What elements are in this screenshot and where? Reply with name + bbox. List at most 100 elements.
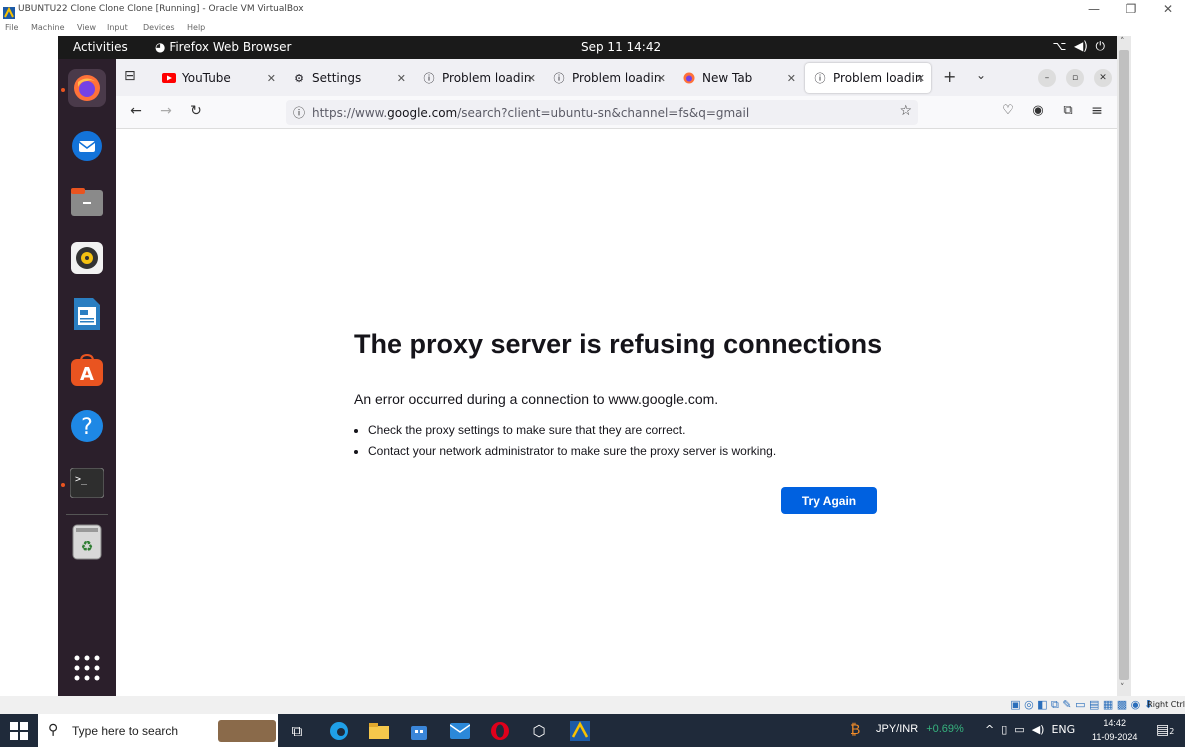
menu-view[interactable]: View [77,23,96,32]
virtualbox-vm-icon[interactable] [569,720,591,742]
files-icon[interactable] [68,183,106,221]
system-tray[interactable]: ^ ▯ ▭ ◀) ENG [985,723,1075,736]
forward-arrow-icon[interactable]: → [156,103,176,119]
tab-label: Problem loadin [833,71,923,85]
libreoffice-writer-icon[interactable] [68,295,106,333]
svg-text:A: A [80,364,94,385]
notification-icon[interactable]: ▤2 [1156,722,1174,738]
help-icon[interactable]: ? [68,407,106,445]
back-arrow-icon[interactable]: ← [126,103,146,119]
menu-devices[interactable]: Devices [143,23,175,32]
vbox-scrollbar-thumb[interactable] [1119,50,1129,680]
extensions-icon[interactable]: ⧉ [1058,103,1078,118]
close-tab-icon[interactable]: ✕ [527,72,536,85]
youtube-icon [162,71,176,85]
firefox-icon [682,71,696,85]
close-tab-icon[interactable]: ✕ [267,72,276,85]
account-icon[interactable]: ◉ [1028,103,1048,118]
chevron-up-icon[interactable]: ^ [985,723,994,736]
url-bar[interactable]: ⓘ https://www. google.com/search?client=u… [286,100,918,125]
taskbar-time: 14:42 [1103,718,1126,728]
close-tab-icon[interactable]: ✕ [397,72,406,85]
running-indicator [61,483,65,487]
scroll-up-icon[interactable]: ˄ [1120,37,1125,47]
close-tab-icon[interactable]: ✕ [787,72,796,85]
menu-file[interactable]: File [5,23,18,32]
ticker-symbol: JPY/INR [876,723,919,735]
app-menu-label: Firefox Web Browser [169,40,292,54]
svg-text:♻: ♻ [81,539,94,555]
terminal-icon[interactable]: >_ [68,464,106,502]
error-suggestion-item: Check the proxy settings to make sure th… [368,423,776,437]
vbox-menubar [0,22,1185,36]
activities-button[interactable]: Activities [73,40,128,54]
tab-new-tab[interactable]: New Tab ✕ [674,63,802,93]
ticker-change: +0.69% [926,723,964,735]
volume-icon: ◀) [1073,39,1088,53]
search-highlight-image-icon[interactable] [218,720,276,742]
volume-icon[interactable]: ◀) [1032,723,1045,736]
thunderbird-icon[interactable] [68,127,106,165]
task-view-icon[interactable]: ⧉ [286,720,308,742]
app-center-icon[interactable]: A [68,351,106,389]
network-icon: ⌥ [1052,39,1067,53]
firefox-icon[interactable] [68,69,106,107]
network-icon[interactable]: ▭ [1014,723,1024,736]
tab-label: Settings [312,71,362,85]
info-icon: ⓘ [423,72,435,85]
tab-problem-loading[interactable]: ⓘ Problem loadin ✕ [414,63,542,93]
menu-input[interactable]: Input [107,23,128,32]
error-description: An error occurred during a connection to… [354,391,719,407]
notification-count: 2 [1169,727,1175,736]
file-explorer-icon[interactable] [368,720,390,742]
vbox-window-title: UBUNTU22 Clone Clone Clone [Running] - O… [18,4,304,14]
trash-icon[interactable]: ♻ [68,523,106,561]
system-menu[interactable]: ⌥ ◀) ⏻ [1052,39,1105,54]
list-all-tabs-chevron-icon[interactable]: ⌄ [976,68,986,82]
close-tab-icon[interactable]: ✕ [916,72,925,85]
tab-problem-loading[interactable]: ⓘ Problem loadin ✕ [544,63,672,93]
hamburger-menu-icon[interactable]: ≡ [1087,103,1107,119]
taskbar-clock[interactable]: 14:42 11-09-2024 [1092,716,1137,744]
menu-machine[interactable]: Machine [31,23,65,32]
new-tab-button[interactable]: + [943,67,956,86]
currency-ticker[interactable]: JPY/INR +0.69% [876,723,964,735]
window-minimize-button[interactable]: – [1038,69,1056,87]
windows-start-icon[interactable] [10,722,28,740]
store-icon[interactable] [408,720,430,742]
dock-separator [66,514,108,515]
edge-icon[interactable] [328,720,350,742]
language-indicator[interactable]: ENG [1051,723,1075,736]
tab-problem-loading-active[interactable]: ⓘ Problem loadin ✕ [805,63,931,93]
tab-youtube[interactable]: YouTube ✕ [154,63,282,93]
window-maximize-button[interactable]: ▫ [1066,69,1084,87]
minimize-button[interactable]: — [1077,2,1111,16]
rhythmbox-icon[interactable] [68,239,106,277]
windows-taskbar: Type here to search ⚲ ⧉ ⬡ ₿ JPY/INR +0.69… [0,714,1185,747]
tab-label: New Tab [702,71,753,85]
site-info-icon[interactable]: ⓘ [293,104,305,121]
vbox-device-icons[interactable]: ▣ ◎ ◧ ⧉ ✎ ▭ ▤ ▦ ▩ ◉ ⬇ [1010,698,1153,712]
menu-help[interactable]: Help [187,23,205,32]
show-apps-icon[interactable] [68,649,106,687]
ubuntu-dock: A ? >_ ♻ [58,59,116,696]
close-tab-icon[interactable]: ✕ [657,72,666,85]
bookmark-star-icon[interactable]: ☆ [899,103,912,119]
scroll-down-icon[interactable]: ˅ [1120,683,1125,693]
gnome-clock[interactable]: Sep 11 14:42 [581,40,661,54]
battery-icon[interactable]: ▯ [1001,723,1007,736]
try-again-button[interactable]: Try Again [781,487,877,514]
close-button[interactable]: ✕ [1151,2,1185,16]
mail-icon[interactable] [449,720,471,742]
error-suggestions: Check the proxy settings to make sure th… [368,423,776,465]
firefox-view-icon[interactable]: ⊟ [124,68,136,84]
window-close-button[interactable]: ✕ [1094,69,1112,87]
restore-button[interactable]: ❐ [1114,2,1148,16]
url-path: /search?client=ubuntu-sn&channel=fs&q=gm… [457,105,750,120]
reload-icon[interactable]: ↻ [186,103,206,119]
app-menu[interactable]: ◕ Firefox Web Browser [155,40,291,54]
opera-icon[interactable] [489,720,511,742]
virtualbox-manager-icon[interactable]: ⬡ [528,720,550,742]
tab-settings[interactable]: ⚙ Settings ✕ [284,63,412,93]
pocket-icon[interactable]: ♡ [998,103,1018,118]
